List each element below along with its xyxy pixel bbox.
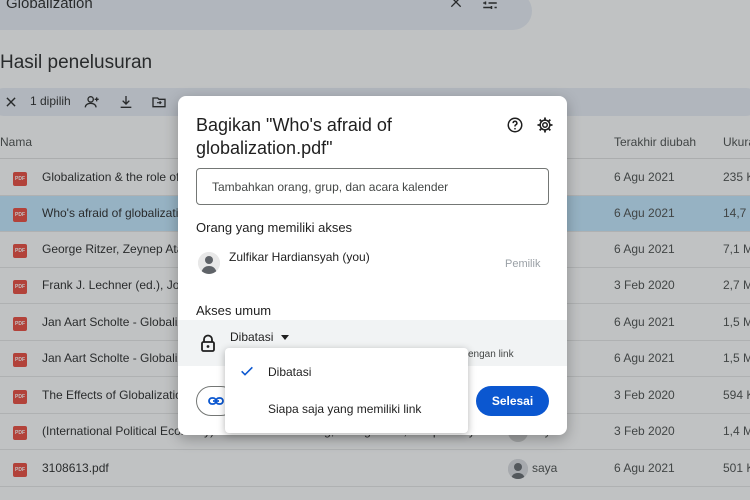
access-description: engan link [468,349,514,360]
lock-icon [201,334,215,352]
avatar [198,252,220,274]
person-role: Pemilik [505,258,541,270]
menu-item-restricted[interactable]: Dibatasi [225,354,468,390]
done-button[interactable]: Selesai [476,386,549,416]
access-menu: Dibatasi Siapa saja yang memiliki link [225,348,468,433]
gear-icon[interactable] [536,116,554,134]
people-heading: Orang yang memiliki akses [196,220,353,235]
help-icon[interactable] [506,116,524,134]
add-people-input[interactable] [196,168,549,205]
link-icon [208,397,224,405]
dialog-title: Bagikan "Who's afraid of globalization.p… [196,115,392,158]
person-name: Zulfikar Hardiansyah (you) [229,250,370,264]
chevron-down-icon[interactable] [281,335,289,340]
menu-item-label: Siapa saja yang memiliki link [268,402,422,416]
menu-item-anyone-with-link[interactable]: Siapa saja yang memiliki link [225,391,468,427]
general-access-heading: Akses umum [196,303,272,318]
access-dropdown[interactable]: Dibatasi [230,330,273,344]
menu-item-label: Dibatasi [268,365,312,379]
check-icon [241,366,253,376]
